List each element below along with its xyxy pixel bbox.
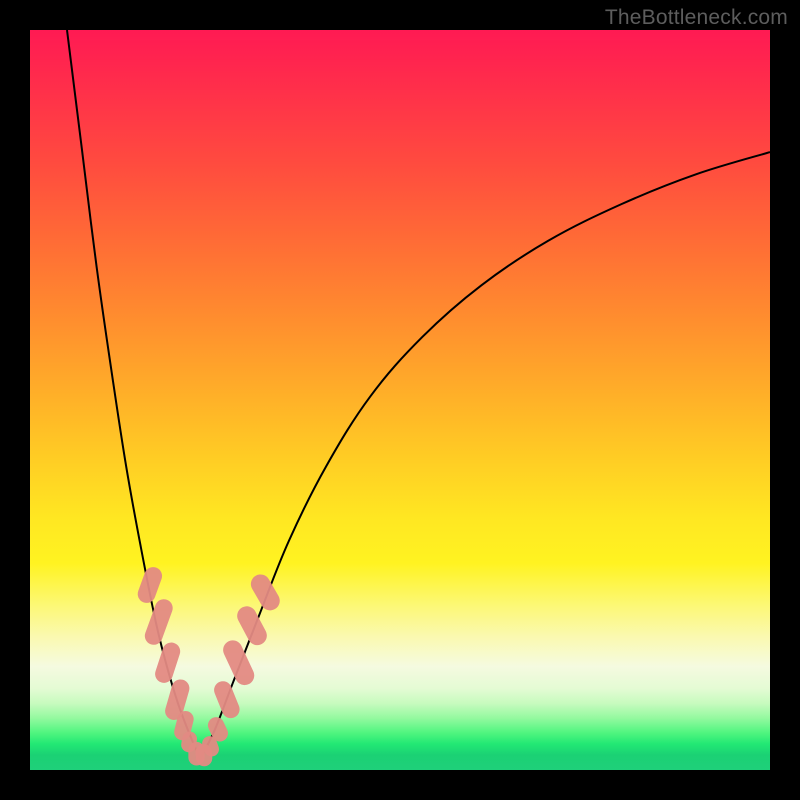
marker-10 <box>211 679 242 721</box>
curve-right-branch <box>200 152 770 759</box>
marker-2 <box>153 640 183 685</box>
marker-11 <box>220 637 257 688</box>
marker-0 <box>135 565 164 606</box>
marker-layer <box>135 565 283 767</box>
marker-12 <box>234 603 270 649</box>
plot-area <box>30 30 770 770</box>
marker-13 <box>247 571 283 614</box>
chart-svg <box>30 30 770 770</box>
chart-frame: TheBottleneck.com <box>0 0 800 800</box>
watermark-text: TheBottleneck.com <box>605 6 788 30</box>
curve-left-branch <box>67 30 200 759</box>
marker-1 <box>142 597 175 648</box>
